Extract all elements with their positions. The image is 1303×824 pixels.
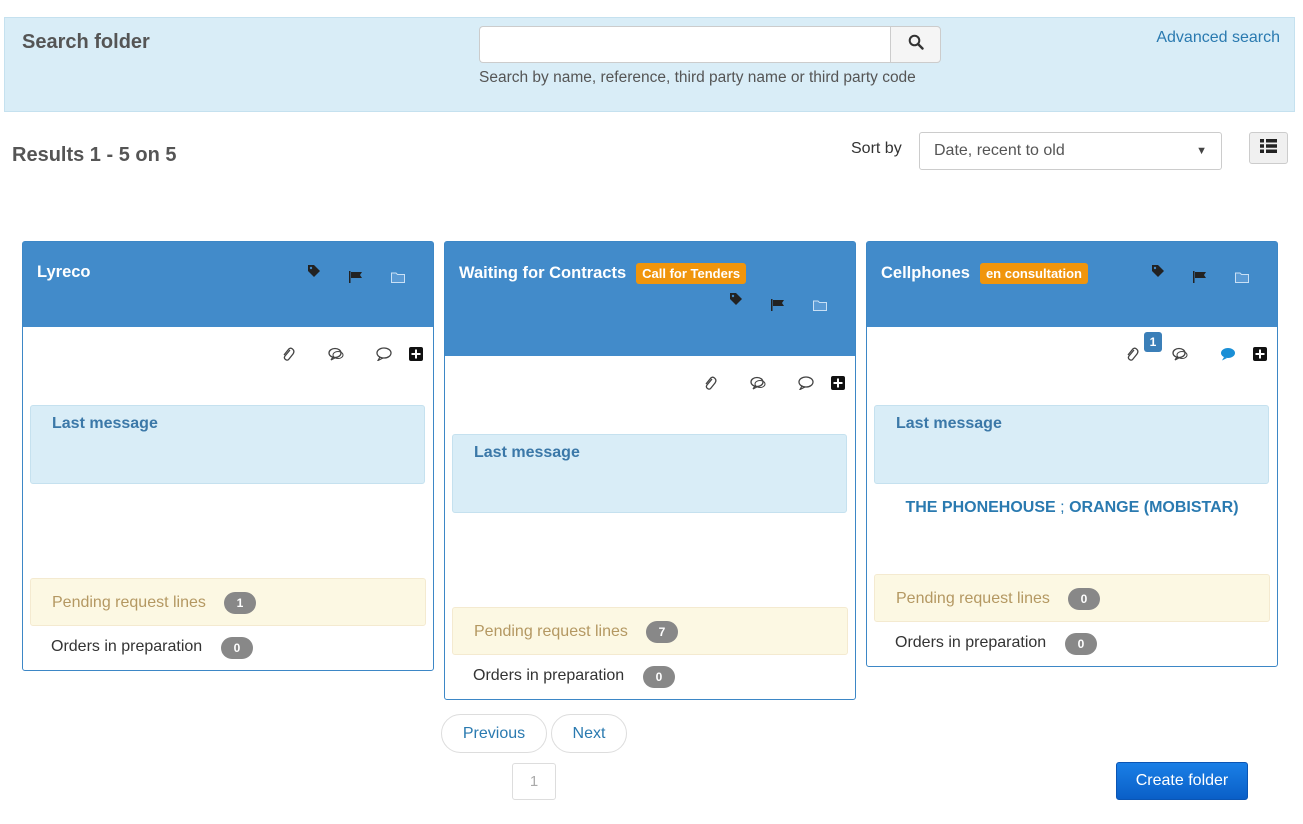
card-header-icons: [306, 257, 406, 285]
folder-card-waiting-for-contracts: Waiting for Contracts Call for Tenders L…: [444, 241, 856, 700]
pending-request-lines-label: Pending request lines: [52, 594, 206, 611]
tag-icon[interactable]: [306, 263, 322, 279]
sort-label: Sort by: [851, 140, 902, 157]
search-hint: Search by name, reference, third party n…: [479, 69, 916, 86]
card-spacer: [23, 484, 433, 578]
sort-select[interactable]: Date, recent to old ▼: [919, 132, 1222, 170]
tag-icon[interactable]: [728, 291, 744, 307]
flag-icon[interactable]: [1192, 269, 1208, 285]
third-party-list: THE PHONEHOUSE ; ORANGE (MOBISTAR): [867, 499, 1277, 517]
pending-count-badge: 1: [224, 592, 256, 614]
flag-icon[interactable]: [348, 269, 364, 285]
card-title[interactable]: Cellphones: [881, 264, 970, 283]
next-button[interactable]: Next: [551, 714, 627, 753]
third-party-separator: ;: [1060, 499, 1065, 516]
last-message-box: Last message: [30, 405, 425, 484]
search-panel: Search folder Search by name, reference,…: [4, 17, 1295, 112]
orders-in-preparation-label: Orders in preparation: [895, 634, 1047, 651]
paperclip-icon[interactable]: [1123, 345, 1141, 363]
comment-icon[interactable]: [797, 374, 815, 392]
folder-card-lyreco: Lyreco Last message Pending request line…: [22, 241, 434, 671]
list-view-icon: [1260, 138, 1277, 158]
results-count: Results 1 - 5 on 5: [12, 144, 177, 166]
card-action-row: [445, 356, 855, 408]
card-header-icons: [1150, 257, 1250, 285]
orders-in-preparation-row[interactable]: Orders in preparation 0: [445, 655, 855, 699]
sort-select-value: Date, recent to old: [934, 142, 1065, 159]
last-message-box: Last message: [874, 405, 1269, 484]
pending-request-lines-row[interactable]: Pending request lines 1: [30, 578, 426, 626]
search-icon: [908, 34, 924, 55]
folder-card-cellphones: Cellphones en consultation Last message …: [866, 241, 1278, 667]
create-folder-button[interactable]: Create folder: [1116, 762, 1248, 800]
folder-icon[interactable]: [812, 297, 828, 313]
orders-count-badge: 0: [221, 637, 253, 659]
third-party-link[interactable]: ORANGE (MOBISTAR): [1069, 499, 1238, 516]
pending-request-lines-row[interactable]: Pending request lines 0: [874, 574, 1270, 622]
card-header-icons: [728, 285, 828, 313]
orders-in-preparation-row[interactable]: Orders in preparation 0: [23, 626, 433, 670]
orders-in-preparation-row[interactable]: Orders in preparation 0: [867, 622, 1277, 666]
tag-icon[interactable]: [1150, 263, 1166, 279]
last-message-label: Last message: [474, 444, 580, 461]
advanced-search-link[interactable]: Advanced search: [1156, 29, 1280, 47]
comment-icon[interactable]: [1219, 345, 1237, 363]
last-message-label: Last message: [52, 415, 158, 432]
search-title: Search folder: [22, 31, 150, 53]
pending-request-lines-label: Pending request lines: [474, 623, 628, 640]
card-header[interactable]: Cellphones en consultation: [867, 242, 1277, 327]
last-message-box: Last message: [452, 434, 847, 513]
plus-icon[interactable]: [1251, 345, 1269, 363]
status-badge: en consultation: [979, 263, 1088, 284]
search-input[interactable]: [479, 26, 891, 63]
folder-icon[interactable]: [390, 269, 406, 285]
pending-request-lines-label: Pending request lines: [896, 590, 1050, 607]
last-message-label: Last message: [896, 415, 1002, 432]
folder-icon[interactable]: [1234, 269, 1250, 285]
card-title[interactable]: Waiting for Contracts: [459, 264, 626, 283]
card-title[interactable]: Lyreco: [37, 263, 91, 282]
chevron-down-icon: ▼: [1196, 145, 1207, 157]
previous-button[interactable]: Previous: [441, 714, 547, 753]
status-badge: Call for Tenders: [636, 263, 747, 284]
card-header[interactable]: Lyreco: [23, 242, 433, 327]
card-spacer: [445, 513, 855, 607]
card-header[interactable]: Waiting for Contracts Call for Tenders: [445, 242, 855, 356]
third-party-link[interactable]: THE PHONEHOUSE: [905, 499, 1055, 516]
plus-icon[interactable]: [829, 374, 847, 392]
flag-icon[interactable]: [770, 297, 786, 313]
comment-icon[interactable]: [375, 345, 393, 363]
chat-icon[interactable]: [1171, 345, 1189, 363]
card-action-row: [23, 327, 433, 379]
orders-count-badge: 0: [1065, 633, 1097, 655]
card-title-row: Cellphones en consultation: [881, 263, 1088, 284]
list-view-button[interactable]: [1249, 132, 1288, 164]
pending-request-lines-row[interactable]: Pending request lines 7: [452, 607, 848, 655]
chat-icon[interactable]: [749, 374, 767, 392]
chat-icon[interactable]: [327, 345, 345, 363]
card-action-icons: [701, 374, 847, 392]
paperclip-icon[interactable]: [701, 374, 719, 392]
paperclip-icon[interactable]: [279, 345, 297, 363]
card-title-row: Waiting for Contracts Call for Tenders: [459, 263, 747, 284]
pending-count-badge: 0: [1068, 588, 1100, 610]
card-action-row: [867, 327, 1277, 379]
card-spacer: [867, 517, 1277, 574]
comment-count-badge: 1: [1144, 332, 1162, 352]
card-action-icons: [279, 345, 425, 363]
orders-in-preparation-label: Orders in preparation: [51, 638, 203, 655]
orders-count-badge: 0: [643, 666, 675, 688]
search-button[interactable]: [890, 26, 941, 63]
page-number-button[interactable]: 1: [512, 763, 556, 800]
pending-count-badge: 7: [646, 621, 678, 643]
orders-in-preparation-label: Orders in preparation: [473, 667, 625, 684]
card-title-row: Lyreco: [37, 263, 91, 282]
plus-icon[interactable]: [407, 345, 425, 363]
